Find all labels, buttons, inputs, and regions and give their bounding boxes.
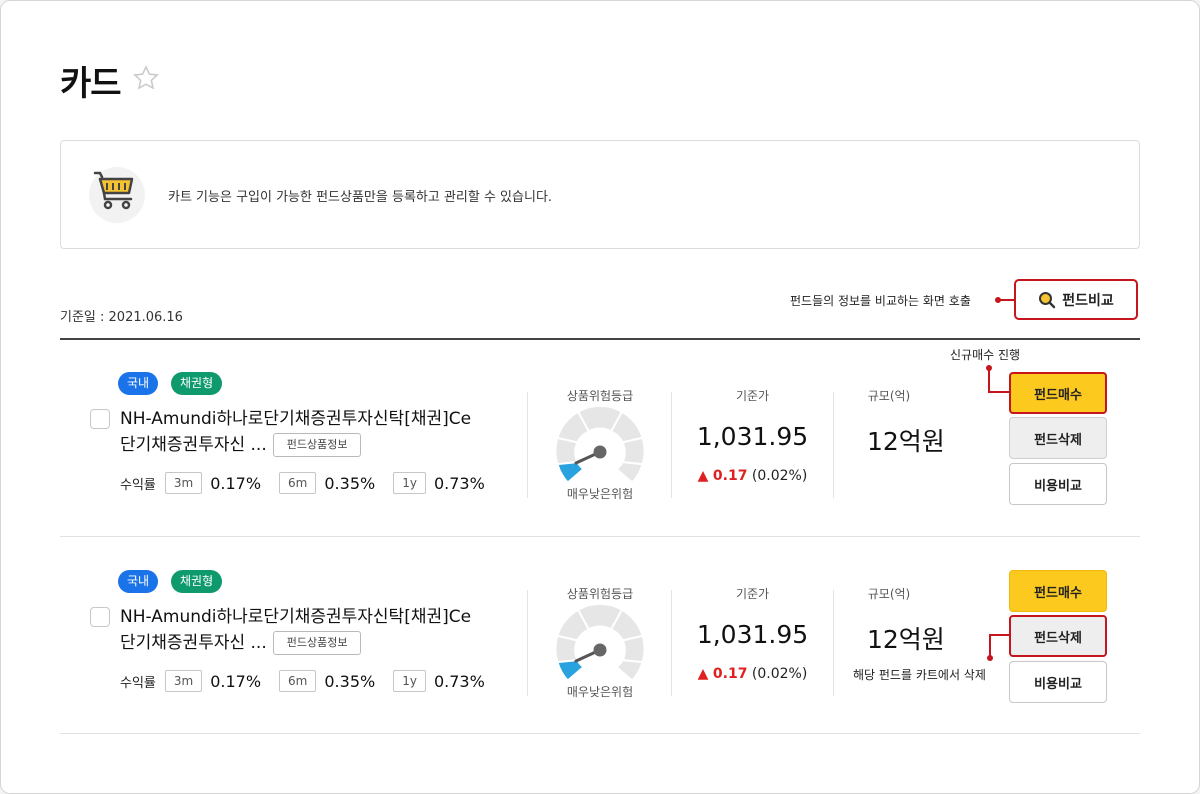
gauge-hub xyxy=(593,445,607,459)
size-title: 규모(억) xyxy=(867,587,911,601)
return-1y: 0.73% xyxy=(433,473,485,493)
fund-buy-button[interactable]: 펀드매수 xyxy=(1009,570,1107,612)
nav-change-pct: (0.02%) xyxy=(751,468,808,484)
up-arrow-icon: ▲ xyxy=(697,468,709,484)
badge-domestic: 국내 xyxy=(118,570,159,593)
period-1y: 1y xyxy=(393,670,426,692)
size-value: 12억원 xyxy=(867,625,945,654)
returns-row: 수익률 3m 0.17% 6m 0.35% 1y 0.73% xyxy=(120,472,503,494)
badge-bond: 채권형 xyxy=(171,570,223,593)
nav-change: ▲ 0.17 (0.02%) xyxy=(680,468,825,484)
fund-delete-button[interactable]: 펀드삭제 xyxy=(1009,417,1107,459)
row-divider xyxy=(60,733,1140,734)
gauge-seg-active xyxy=(556,659,586,682)
risk-grade-label: 매우낮은위험 xyxy=(566,487,634,501)
cost-compare-button[interactable]: 비용비교 xyxy=(1009,661,1107,703)
returns-label: 수익률 xyxy=(120,477,156,493)
fund-row: 국내 채권형 NH-Amundi하나로단기채증권투자신탁[채권]Ce 단기채증권… xyxy=(60,372,1140,552)
annotation-line xyxy=(999,299,1014,301)
fund-row: 국내 채권형 NH-Amundi하나로단기채증권투자신탁[채권]Ce 단기채증권… xyxy=(60,570,1140,750)
delete-annotation: 해당 펀드를 카트에서 삭제 xyxy=(853,668,986,682)
nav-change-value: 0.17 xyxy=(712,666,748,682)
up-arrow-icon: ▲ xyxy=(697,666,709,682)
return-3m: 0.17% xyxy=(210,671,262,691)
buy-annotation: 신규매수 진행 xyxy=(950,348,1021,362)
risk-title: 상품위험등급 xyxy=(566,389,634,403)
fund-info-button[interactable]: 펀드상품정보 xyxy=(272,631,362,655)
annotation-line xyxy=(989,634,991,657)
fund-checkbox[interactable] xyxy=(90,607,110,627)
annotation-line xyxy=(989,634,1009,636)
compare-annotation: 펀드들의 정보를 비교하는 화면 호출 xyxy=(790,294,971,308)
fund-name-line2: 단기채증권투자신 ... xyxy=(120,633,267,653)
fund-checkbox[interactable] xyxy=(90,409,110,429)
return-6m: 0.35% xyxy=(324,473,376,493)
column-divider xyxy=(527,590,528,696)
nav-value: 1,031.95 xyxy=(696,620,809,649)
nav-title: 기준가 xyxy=(735,389,770,403)
gauge-seg-6 xyxy=(614,659,644,682)
period-6m: 6m xyxy=(279,670,317,692)
fund-compare-button[interactable]: 펀드비교 xyxy=(1014,279,1138,320)
fund-name: NH-Amundi하나로단기채증권투자신탁[채권]Ce 단기채증권투자신 ...… xyxy=(120,604,471,656)
nav-value: 1,031.95 xyxy=(696,422,809,451)
risk-gauge xyxy=(555,602,645,682)
risk-gauge xyxy=(555,404,645,484)
badge-domestic: 국내 xyxy=(118,372,159,395)
list-top-divider xyxy=(60,338,1140,340)
period-3m: 3m xyxy=(164,670,203,692)
page-title: 카드 xyxy=(60,64,122,104)
risk-grade-label: 매우낮은위험 xyxy=(566,685,634,699)
annotation-line xyxy=(988,368,990,392)
column-divider xyxy=(527,392,528,498)
fund-name-line1: NH-Amundi하나로단기채증권투자신탁[채권]Ce xyxy=(120,607,472,627)
annotation-line xyxy=(988,391,1009,393)
period-6m: 6m xyxy=(279,472,317,494)
notice-text: 카트 기능은 구입이 가능한 펀드상품만을 등록하고 관리할 수 있습니다. xyxy=(168,190,553,205)
risk-title: 상품위험등급 xyxy=(566,587,634,601)
fund-name-line2: 단기채증권투자신 ... xyxy=(120,435,267,455)
gauge-seg-5 xyxy=(621,436,645,466)
returns-label: 수익률 xyxy=(120,675,156,691)
returns-row: 수익률 3m 0.17% 6m 0.35% 1y 0.73% xyxy=(120,670,503,692)
cart-notice-box: 카트 기능은 구입이 가능한 펀드상품만을 등록하고 관리할 수 있습니다. xyxy=(60,140,1140,249)
fund-info-button[interactable]: 펀드상품정보 xyxy=(272,433,362,457)
nav-title: 기준가 xyxy=(735,587,770,601)
size-title: 규모(억) xyxy=(867,389,911,403)
gauge-seg-6 xyxy=(614,461,644,484)
fund-name: NH-Amundi하나로단기채증권투자신탁[채권]Ce 단기채증권투자신 ...… xyxy=(120,406,471,458)
star-icon[interactable] xyxy=(132,64,160,92)
column-divider xyxy=(833,590,834,696)
base-date: 기준일 : 2021.06.16 xyxy=(60,310,183,325)
gauge-seg-active xyxy=(556,461,586,484)
return-6m: 0.35% xyxy=(324,671,376,691)
badge-bond: 채권형 xyxy=(171,372,223,395)
column-divider xyxy=(671,392,672,498)
column-divider xyxy=(671,590,672,696)
period-3m: 3m xyxy=(164,472,203,494)
cart-icon xyxy=(89,167,145,223)
size-value: 12억원 xyxy=(867,427,945,456)
cost-compare-button[interactable]: 비용비교 xyxy=(1009,463,1107,505)
gauge-hub xyxy=(593,643,607,657)
fund-name-line1: NH-Amundi하나로단기채증권투자신탁[채권]Ce xyxy=(120,409,472,429)
return-3m: 0.17% xyxy=(210,473,262,493)
row-divider xyxy=(60,536,1140,537)
fund-buy-button[interactable]: 펀드매수 xyxy=(1009,372,1107,414)
fund-delete-button[interactable]: 펀드삭제 xyxy=(1009,615,1107,657)
nav-change: ▲ 0.17 (0.02%) xyxy=(680,666,825,682)
nav-change-pct: (0.02%) xyxy=(751,666,808,682)
gauge-seg-5 xyxy=(621,634,645,664)
column-divider xyxy=(833,392,834,498)
period-1y: 1y xyxy=(393,472,426,494)
search-icon xyxy=(1039,291,1056,308)
fund-compare-label: 펀드비교 xyxy=(1062,292,1114,309)
annotation-dot xyxy=(987,655,993,661)
return-1y: 0.73% xyxy=(433,671,485,691)
nav-change-value: 0.17 xyxy=(712,468,748,484)
